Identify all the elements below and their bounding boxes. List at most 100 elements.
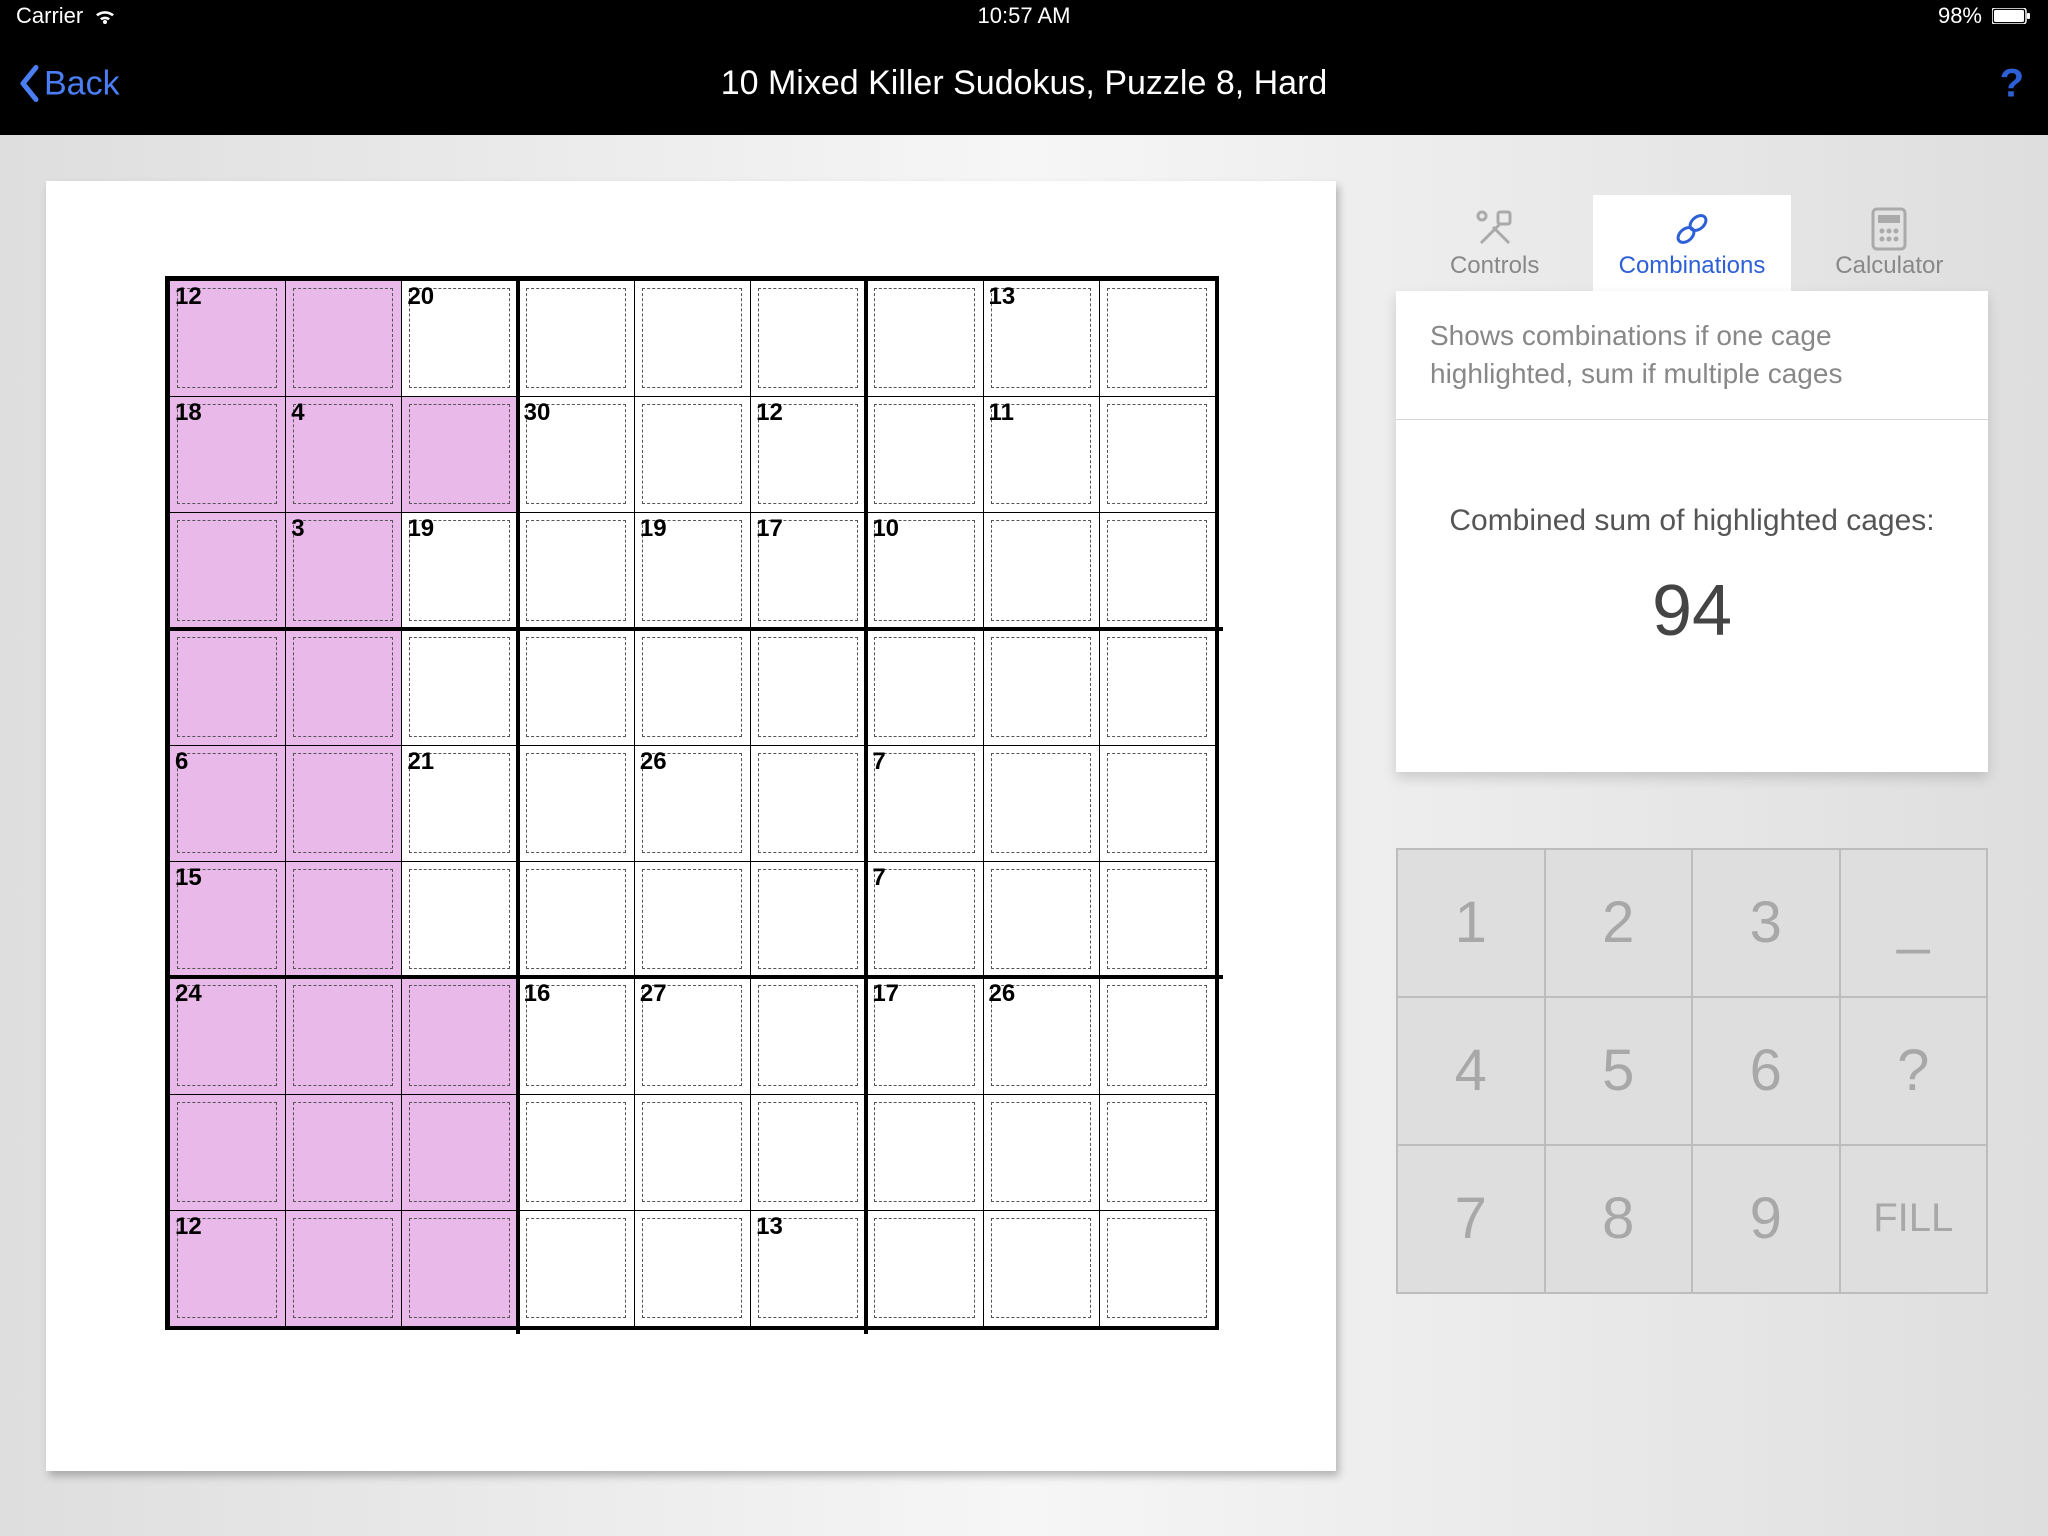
grid-cell[interactable] — [518, 280, 635, 397]
tab-label: Combinations — [1619, 252, 1766, 280]
grid-cell[interactable] — [1099, 396, 1216, 513]
grid-cell[interactable] — [169, 1094, 286, 1211]
key-4[interactable]: 4 — [1397, 997, 1545, 1145]
grid-cell[interactable] — [285, 745, 402, 862]
grid-cell[interactable] — [634, 1210, 751, 1327]
cage-label: 21 — [407, 748, 434, 776]
grid-cell[interactable] — [285, 1210, 402, 1327]
wifi-icon — [93, 7, 117, 25]
grid-cell[interactable] — [518, 861, 635, 978]
key-2[interactable]: 2 — [1545, 849, 1693, 997]
grid-cell[interactable] — [518, 629, 635, 746]
key-1[interactable]: 1 — [1397, 849, 1545, 997]
grid-cell[interactable] — [518, 1210, 635, 1327]
cage-label: 6 — [175, 748, 188, 776]
grid-cell[interactable] — [285, 1094, 402, 1211]
grid-cell[interactable] — [750, 629, 867, 746]
grid-cell[interactable] — [983, 512, 1100, 629]
grid-cell[interactable] — [1099, 280, 1216, 397]
battery-icon — [1992, 8, 2032, 24]
grid-cell[interactable] — [634, 1094, 751, 1211]
grid-cell[interactable] — [634, 629, 751, 746]
tools-icon — [1473, 206, 1517, 252]
grid-cell[interactable] — [1099, 512, 1216, 629]
grid-cell[interactable] — [750, 1094, 867, 1211]
key-6[interactable]: 6 — [1692, 997, 1840, 1145]
grid-cell[interactable] — [983, 1210, 1100, 1327]
key-9[interactable]: 9 — [1692, 1145, 1840, 1293]
back-label: Back — [44, 64, 120, 103]
grid-cell[interactable] — [750, 280, 867, 397]
grid-cell[interactable] — [634, 280, 751, 397]
sudoku-grid[interactable]: 1220131843012113191917106212671572416271… — [165, 276, 1219, 1330]
grid-cell[interactable] — [866, 396, 983, 513]
key-5[interactable]: 5 — [1545, 997, 1693, 1145]
grid-cell[interactable] — [634, 396, 751, 513]
grid-cell[interactable] — [401, 861, 518, 978]
grid-cell[interactable] — [750, 977, 867, 1094]
cage-label: 12 — [756, 399, 783, 427]
key-_[interactable]: _ — [1840, 849, 1988, 997]
tab-bar: Controls Combinations Calculator — [1396, 195, 1988, 291]
key-8[interactable]: 8 — [1545, 1145, 1693, 1293]
grid-cell[interactable] — [750, 745, 867, 862]
grid-cell[interactable] — [1099, 745, 1216, 862]
grid-cell[interactable] — [983, 745, 1100, 862]
grid-cell[interactable] — [401, 629, 518, 746]
sum-value: 94 — [1426, 570, 1958, 652]
grid-cell[interactable] — [1099, 861, 1216, 978]
grid-cell[interactable] — [401, 396, 518, 513]
key-7[interactable]: 7 — [1397, 1145, 1545, 1293]
grid-cell[interactable] — [983, 861, 1100, 978]
page-title: 10 Mixed Killer Sudokus, Puzzle 8, Hard — [721, 64, 1328, 103]
grid-cell[interactable] — [285, 977, 402, 1094]
key-?[interactable]: ? — [1840, 997, 1988, 1145]
grid-cell[interactable] — [1099, 629, 1216, 746]
cage-label: 4 — [291, 399, 304, 427]
tab-label: Controls — [1450, 252, 1539, 280]
grid-cell[interactable] — [983, 1094, 1100, 1211]
grid-cell[interactable] — [1099, 1094, 1216, 1211]
grid-cell[interactable] — [866, 280, 983, 397]
grid-cell[interactable] — [518, 512, 635, 629]
link-icon — [1670, 206, 1714, 252]
cage-label: 27 — [640, 980, 667, 1008]
grid-cell[interactable] — [169, 629, 286, 746]
cage-label: 24 — [175, 980, 202, 1008]
sum-label: Combined sum of highlighted cages: — [1426, 500, 1958, 542]
grid-cell[interactable] — [866, 629, 983, 746]
panel-hint: Shows combinations if one cage highlight… — [1396, 291, 1988, 420]
grid-cell[interactable] — [750, 861, 867, 978]
back-button[interactable]: Back — [18, 64, 120, 103]
grid-cell[interactable] — [285, 861, 402, 978]
tab-combinations[interactable]: Combinations — [1593, 195, 1790, 291]
grid-cell[interactable] — [285, 629, 402, 746]
cage-label: 12 — [175, 1213, 202, 1241]
cage-label: 20 — [407, 283, 434, 311]
grid-cell[interactable] — [518, 745, 635, 862]
help-button[interactable]: ? — [2000, 61, 2024, 106]
grid-cell[interactable] — [285, 280, 402, 397]
grid-cell[interactable] — [1099, 1210, 1216, 1327]
grid-cell[interactable] — [983, 629, 1100, 746]
grid-cell[interactable] — [401, 1094, 518, 1211]
key-3[interactable]: 3 — [1692, 849, 1840, 997]
grid-cell[interactable] — [518, 1094, 635, 1211]
grid-cell[interactable] — [401, 1210, 518, 1327]
keypad: 123_ 456? 789FILL — [1396, 848, 1988, 1294]
key-fill[interactable]: FILL — [1840, 1145, 1988, 1293]
grid-cell[interactable] — [401, 977, 518, 1094]
tab-controls[interactable]: Controls — [1396, 195, 1593, 291]
status-bar: Carrier 10:57 AM 98% — [0, 0, 2048, 32]
cage-label: 11 — [989, 399, 1014, 427]
grid-cell[interactable] — [866, 1210, 983, 1327]
nav-bar: Back 10 Mixed Killer Sudokus, Puzzle 8, … — [0, 32, 2048, 135]
grid-cell[interactable] — [634, 861, 751, 978]
grid-cell[interactable] — [169, 512, 286, 629]
cage-label: 19 — [640, 515, 667, 543]
calculator-icon — [1869, 206, 1909, 252]
tab-calculator[interactable]: Calculator — [1791, 195, 1988, 291]
grid-cell[interactable] — [866, 1094, 983, 1211]
sidebar: Controls Combinations Calculator Shows c… — [1336, 135, 2048, 1536]
grid-cell[interactable] — [1099, 977, 1216, 1094]
